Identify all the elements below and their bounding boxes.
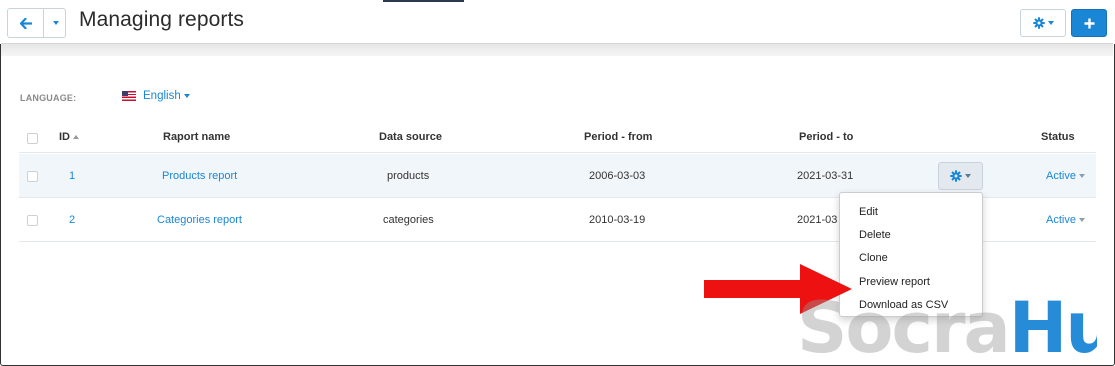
chevron-down-icon [1078, 174, 1085, 178]
select-all-checkbox[interactable] [27, 133, 38, 144]
chevron-down-icon [965, 174, 971, 178]
top-accent-line [383, 0, 464, 2]
chevron-down-icon [183, 94, 190, 98]
back-button[interactable] [7, 8, 44, 38]
language-selector[interactable]: English [122, 90, 190, 102]
gear-icon [950, 170, 962, 182]
period-to: 2021-03 [797, 214, 838, 226]
row-checkbox[interactable] [27, 171, 38, 182]
status-value: Active [1046, 214, 1076, 226]
chevron-down-icon [53, 21, 59, 25]
report-id-link[interactable]: 2 [69, 214, 75, 226]
menu-item-edit[interactable]: Edit [840, 200, 982, 223]
header-shadow-bar [1, 43, 1113, 56]
plus-icon [1084, 18, 1094, 28]
page-header: Managing reports [0, 0, 1115, 44]
column-header-period-to: Period - to [799, 131, 854, 143]
row-actions-button[interactable] [938, 162, 983, 190]
back-button-group [7, 8, 66, 38]
menu-item-clone[interactable]: Clone [840, 247, 982, 270]
period-from: 2006-03-03 [589, 170, 646, 182]
settings-button[interactable] [1020, 9, 1066, 37]
column-header-period-from: Period - from [584, 131, 653, 143]
period-from: 2010-03-19 [589, 214, 646, 226]
chevron-down-icon [1047, 21, 1054, 25]
period-to: 2021-03-31 [797, 170, 854, 182]
column-header-name: Raport name [163, 131, 231, 143]
language-value: English [143, 90, 181, 102]
us-flag-icon [122, 91, 136, 101]
back-dropdown-button[interactable] [44, 8, 66, 38]
column-header-id[interactable]: ID [59, 131, 79, 143]
menu-item-delete[interactable]: Delete [840, 223, 982, 246]
row-checkbox[interactable] [27, 215, 38, 226]
report-name-link[interactable]: Categories report [157, 214, 242, 226]
sort-asc-icon [73, 135, 79, 139]
status-dropdown[interactable]: Active [1046, 170, 1085, 182]
status-dropdown[interactable]: Active [1046, 214, 1085, 226]
data-source: products [387, 170, 430, 182]
chevron-down-icon [1078, 218, 1085, 222]
add-report-button[interactable] [1071, 9, 1107, 37]
gear-icon [1032, 17, 1045, 29]
report-name-link[interactable]: Products report [162, 170, 237, 182]
column-header-status: Status [1041, 131, 1075, 143]
report-id-link[interactable]: 1 [69, 170, 75, 182]
data-source: categories [383, 214, 434, 226]
language-label: LANGUAGE: [20, 93, 77, 103]
arrow-left-icon [19, 17, 32, 29]
column-header-source: Data source [379, 131, 442, 143]
socrahub-watermark-logo: SocraHub [797, 290, 1097, 366]
table-header: ID Raport name Data source Period - from… [19, 122, 1096, 153]
status-value: Active [1046, 170, 1076, 182]
page-title: Managing reports [79, 8, 245, 31]
